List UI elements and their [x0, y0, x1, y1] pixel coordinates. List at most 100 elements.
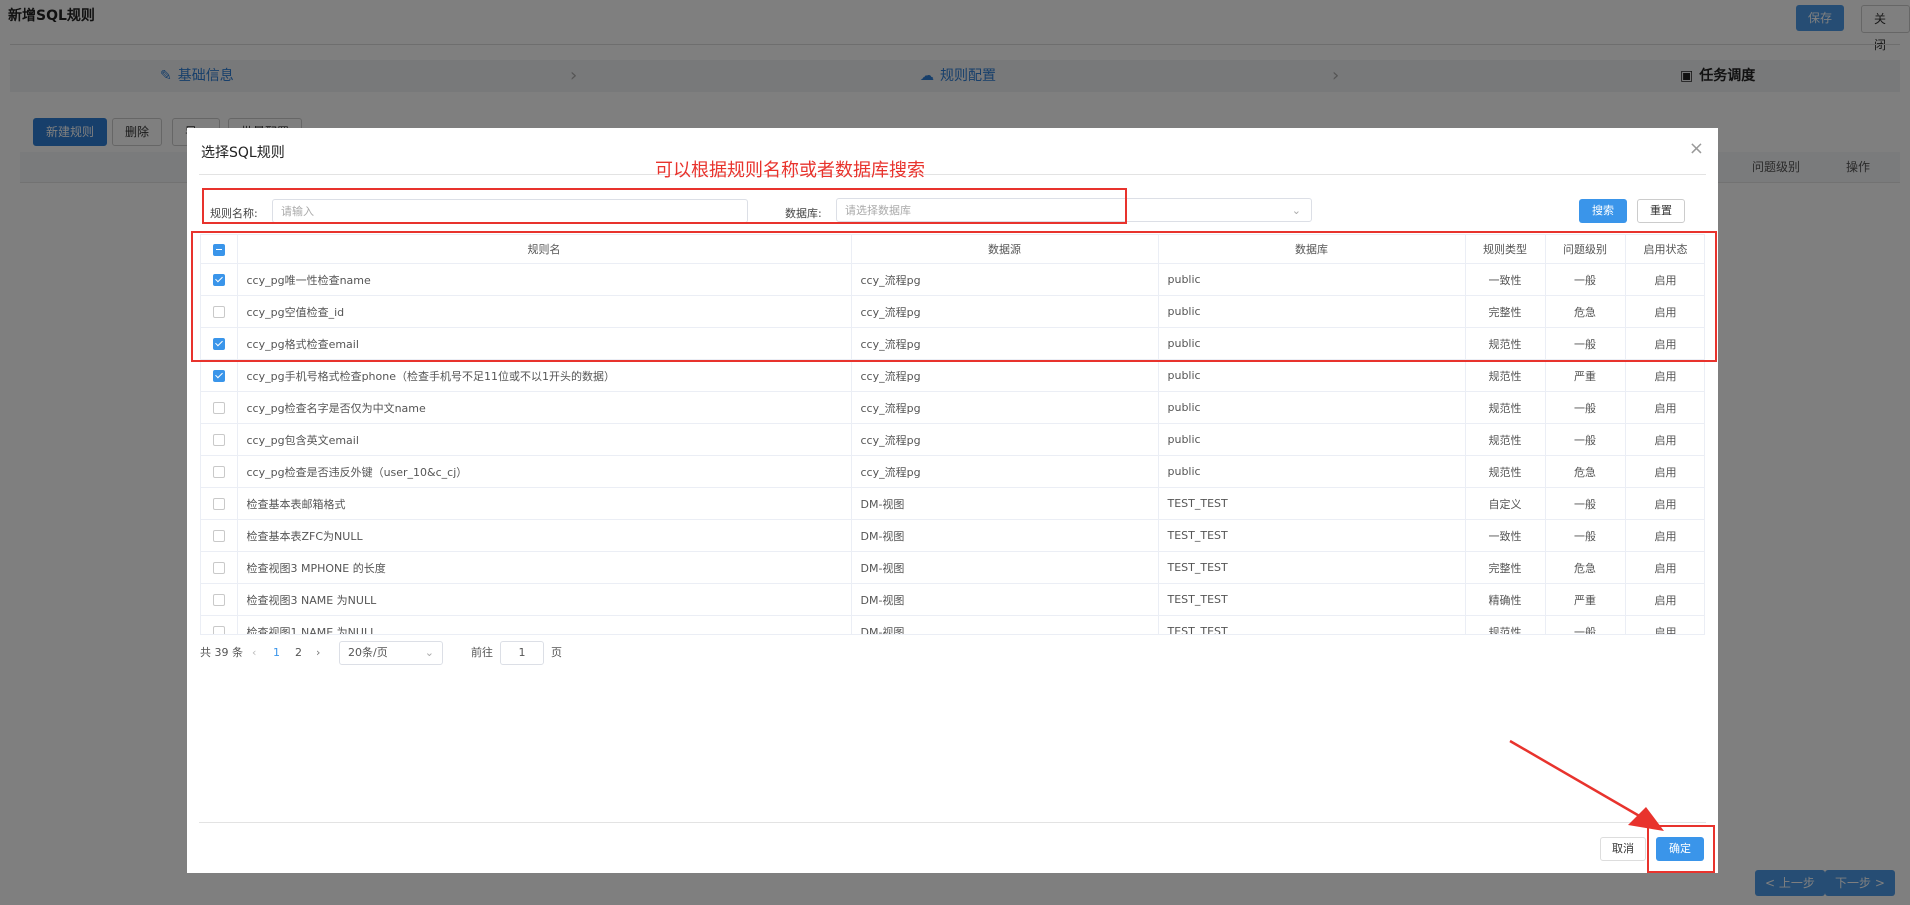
status-cell: 启用	[1625, 583, 1704, 616]
status-cell: 启用	[1625, 551, 1704, 584]
row-checkbox[interactable]	[212, 626, 225, 634]
rule-name-cell: 检查基本表ZFC为NULL	[237, 519, 852, 552]
rule-type-cell: 精确性	[1465, 583, 1546, 616]
page-size-value: 20条/页	[348, 646, 388, 659]
table-row[interactable]: 检查视图3 MPHONE 的长度 DM-视图 TEST_TEST 完整性 危急 启用	[201, 551, 1704, 584]
row-checkbox[interactable]	[212, 402, 225, 414]
issue-level-cell: 危急	[1545, 551, 1626, 584]
table-row[interactable]: ccy_pg检查名字是否仅为中文name ccy_流程pg public 规范性 一般启…	[201, 391, 1704, 424]
next-page-icon[interactable]: ›	[316, 641, 320, 665]
table-row[interactable]: ccy_pg手机号格式检查phone（检查手机号不足11位或不以1开头的数据） c…	[201, 359, 1704, 392]
datasource-cell: ccy_流程pg	[851, 423, 1159, 456]
table-row[interactable]: ccy_pg包含英文email ccy_流程pg public 规范性 一般 启用	[201, 423, 1704, 456]
row-checkbox[interactable]	[212, 370, 225, 382]
chevron-down-icon: ⌄	[1291, 204, 1301, 217]
rule-name-cell: 检查基本表邮箱格式	[237, 487, 852, 520]
database-cell: public	[1158, 359, 1466, 392]
status-cell: 启用	[1625, 455, 1704, 488]
rule-name-cell: ccy_pg检查名字是否仅为中文name	[237, 391, 852, 424]
chevron-down-icon: ⌄	[424, 646, 434, 659]
row-select-cell[interactable]	[201, 455, 238, 488]
rule-name-cell: ccy_pg检查是否违反外键（user_10&c_cj）	[237, 455, 852, 488]
page-size-select[interactable]: 20条/页 ⌄	[339, 641, 443, 665]
search-button[interactable]: 搜索	[1579, 199, 1627, 223]
status-cell: 启用	[1625, 519, 1704, 552]
table-row[interactable]: 检查基本表邮箱格式 DM-视图 TEST_TEST 自定义 一般 启用	[201, 487, 1704, 520]
database-cell: TEST_TEST	[1158, 615, 1466, 634]
rule-type-cell: 完整性	[1465, 551, 1546, 584]
pagination: 共 39 条 ‹ 1 2 › 20条/页 ⌄ 前往 1 页	[200, 641, 700, 665]
reset-button[interactable]: 重置	[1637, 199, 1685, 223]
annotation-box-filters	[202, 188, 1127, 224]
annotation-arrow	[1509, 739, 1664, 831]
datasource-cell: ccy_流程pg	[851, 391, 1159, 424]
status-cell: 启用	[1625, 615, 1704, 634]
datasource-cell: DM-视图	[851, 519, 1159, 552]
table-row[interactable]: 检查视图1 NAME 为NULL DM-视图 TEST_TEST 规范性 一般 启用	[201, 615, 1704, 634]
row-select-cell[interactable]	[201, 391, 238, 424]
database-cell: public	[1158, 423, 1466, 456]
rule-type-cell: 规范性	[1465, 391, 1546, 424]
issue-level-cell: 一般	[1545, 519, 1626, 552]
issue-level-cell: 一般	[1545, 423, 1626, 456]
database-cell: public	[1158, 391, 1466, 424]
row-checkbox[interactable]	[212, 466, 225, 478]
page-suffix: 页	[551, 646, 562, 659]
datasource-cell: DM-视图	[851, 487, 1159, 520]
rule-name-cell: ccy_pg手机号格式检查phone（检查手机号不足11位或不以1开头的数据）	[237, 359, 852, 392]
row-checkbox[interactable]	[212, 498, 225, 510]
row-select-cell[interactable]	[201, 551, 238, 584]
row-checkbox[interactable]	[212, 594, 225, 606]
row-select-cell[interactable]	[201, 615, 238, 634]
row-checkbox[interactable]	[212, 434, 225, 446]
issue-level-cell: 严重	[1545, 583, 1626, 616]
status-cell: 启用	[1625, 391, 1704, 424]
rule-type-cell: 规范性	[1465, 359, 1546, 392]
database-cell: TEST_TEST	[1158, 487, 1466, 520]
dialog-footer-divider	[199, 822, 1706, 823]
datasource-cell: ccy_流程pg	[851, 359, 1159, 392]
row-select-cell[interactable]	[201, 423, 238, 456]
page-2[interactable]: 2	[295, 641, 302, 665]
rule-name-cell: 检查视图3 NAME 为NULL	[237, 583, 852, 616]
datasource-cell: DM-视图	[851, 551, 1159, 584]
issue-level-cell: 严重	[1545, 359, 1626, 392]
database-cell: public	[1158, 455, 1466, 488]
row-select-cell[interactable]	[201, 487, 238, 520]
page-1[interactable]: 1	[273, 641, 280, 665]
prev-page-icon[interactable]: ‹	[252, 641, 256, 665]
datasource-cell: DM-视图	[851, 583, 1159, 616]
rule-type-cell: 自定义	[1465, 487, 1546, 520]
database-cell: TEST_TEST	[1158, 551, 1466, 584]
status-cell: 启用	[1625, 423, 1704, 456]
goto-label: 前往	[471, 646, 493, 659]
datasource-cell: DM-视图	[851, 615, 1159, 634]
row-select-cell[interactable]	[201, 359, 238, 392]
rule-name-cell: ccy_pg包含英文email	[237, 423, 852, 456]
table-row[interactable]: 检查视图3 NAME 为NULL DM-视图 TEST_TEST 精确性 严重 启用	[201, 583, 1704, 616]
status-cell: 启用	[1625, 359, 1704, 392]
issue-level-cell: 危急	[1545, 455, 1626, 488]
database-cell: TEST_TEST	[1158, 583, 1466, 616]
row-checkbox[interactable]	[212, 562, 225, 574]
row-checkbox[interactable]	[212, 530, 225, 542]
rule-type-cell: 规范性	[1465, 423, 1546, 456]
rule-name-cell: 检查视图1 NAME 为NULL	[237, 615, 852, 634]
status-cell: 启用	[1625, 487, 1704, 520]
row-select-cell[interactable]	[201, 583, 238, 616]
total-count: 共 39 条	[200, 646, 243, 659]
issue-level-cell: 一般	[1545, 615, 1626, 634]
table-row[interactable]: ccy_pg检查是否违反外键（user_10&c_cj） ccy_流程pg publ…	[201, 455, 1704, 488]
issue-level-cell: 一般	[1545, 487, 1626, 520]
select-sql-rule-dialog: 选择SQL规则 × 可以根据规则名称或者数据库搜索 规则名称: 请输入 数据库:…	[187, 128, 1718, 873]
table-row[interactable]: 检查基本表ZFC为NULL DM-视图 TEST_TEST 一致性 一般 启用	[201, 519, 1704, 552]
database-cell: TEST_TEST	[1158, 519, 1466, 552]
annotation-spacer	[202, 154, 1132, 188]
row-select-cell[interactable]	[201, 519, 238, 552]
annotation-box-selected-rows	[191, 231, 1717, 362]
rule-type-cell: 规范性	[1465, 615, 1546, 634]
rule-type-cell: 规范性	[1465, 455, 1546, 488]
goto-page-input[interactable]: 1	[500, 641, 544, 665]
close-icon[interactable]: ×	[1689, 138, 1704, 159]
rule-name-cell: 检查视图3 MPHONE 的长度	[237, 551, 852, 584]
